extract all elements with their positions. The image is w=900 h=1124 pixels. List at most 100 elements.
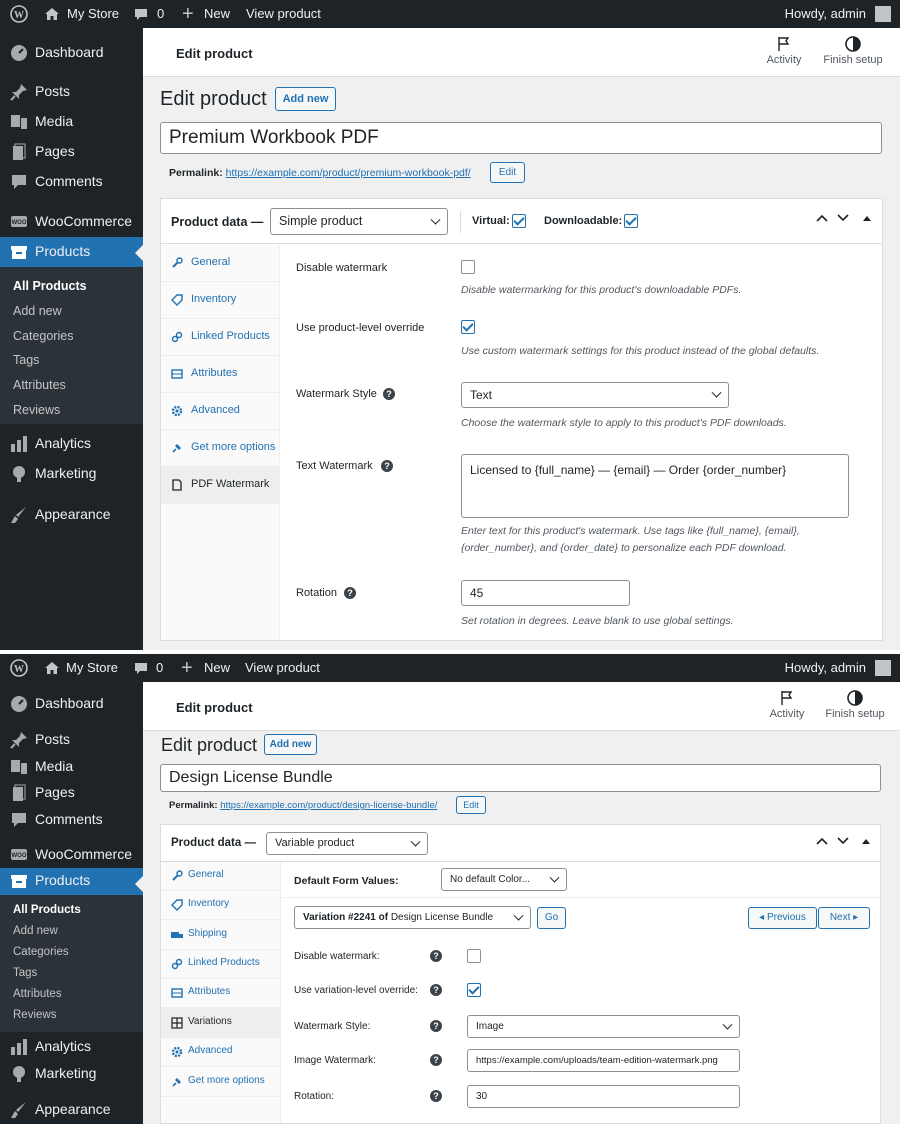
submenu-categories[interactable]: Categories xyxy=(13,329,73,343)
help-icon[interactable]: ? xyxy=(430,984,442,996)
finish-setup-button[interactable]: Finish setup xyxy=(825,690,885,720)
help-icon[interactable]: ? xyxy=(430,1054,442,1066)
override-checkbox[interactable] xyxy=(467,983,481,997)
menu-appearance[interactable]: Appearance xyxy=(0,500,143,530)
menu-dashboard[interactable]: Dashboard xyxy=(0,689,143,719)
submenu-all-products[interactable]: All Products xyxy=(13,279,87,293)
wordpress-logo-icon[interactable]: W xyxy=(10,0,28,28)
watermark-style-select[interactable]: Text xyxy=(461,382,729,408)
disable-watermark-checkbox[interactable] xyxy=(467,949,481,963)
add-new-button[interactable]: Add new xyxy=(264,734,317,755)
plus-icon[interactable]: + xyxy=(181,654,193,682)
toggle-panel-icon[interactable] xyxy=(862,837,870,849)
finish-setup-button[interactable]: Finish setup xyxy=(823,36,883,66)
tab-advanced[interactable]: Advanced xyxy=(161,1038,280,1067)
help-icon[interactable]: ? xyxy=(344,587,356,599)
submenu-add-new[interactable]: Add new xyxy=(13,304,62,318)
permalink-url[interactable]: https://example.com/product/premium-work… xyxy=(226,167,471,179)
avatar[interactable] xyxy=(875,0,891,28)
submenu-tags[interactable]: Tags xyxy=(13,967,37,979)
activity-button[interactable]: Activity xyxy=(767,690,807,720)
tab-attributes[interactable]: Attributes xyxy=(161,356,279,393)
product-type-select[interactable]: Simple product xyxy=(270,208,448,235)
submenu-reviews[interactable]: Reviews xyxy=(13,1009,56,1021)
previous-button[interactable]: ◂ Previous xyxy=(748,907,817,929)
submenu-tags[interactable]: Tags xyxy=(13,353,39,367)
menu-marketing[interactable]: Marketing xyxy=(0,1059,143,1089)
next-button[interactable]: Next ▸ xyxy=(818,907,870,929)
new-menu-link[interactable]: New xyxy=(204,654,230,682)
submenu-attributes[interactable]: Attributes xyxy=(13,988,62,1000)
help-icon[interactable]: ? xyxy=(430,1020,442,1032)
menu-dashboard[interactable]: Dashboard xyxy=(0,38,143,68)
help-icon[interactable]: ? xyxy=(381,460,393,472)
product-title-input[interactable]: Design License Bundle xyxy=(160,764,881,792)
tab-general[interactable]: General xyxy=(161,245,279,282)
tab-get-more-options[interactable]: Get more options xyxy=(161,1067,280,1097)
tab-general[interactable]: General xyxy=(161,862,280,891)
comments-count[interactable]: 0 xyxy=(157,0,164,28)
comments-count[interactable]: 0 xyxy=(156,654,163,682)
menu-marketing[interactable]: Marketing xyxy=(0,459,143,489)
add-new-button[interactable]: Add new xyxy=(275,87,336,111)
menu-products[interactable]: Products xyxy=(0,868,143,895)
menu-pages[interactable]: Pages xyxy=(0,137,143,167)
avatar[interactable] xyxy=(875,654,891,682)
permalink-url[interactable]: https://example.com/product/design-licen… xyxy=(220,800,437,811)
permalink-edit-button[interactable]: Edit xyxy=(490,162,525,183)
submenu-attributes[interactable]: Attributes xyxy=(13,378,66,392)
default-color-select[interactable]: No default Color... xyxy=(441,868,567,891)
wordpress-logo-icon[interactable]: W xyxy=(10,654,28,682)
tab-attributes[interactable]: Attributes xyxy=(161,979,280,1008)
tab-shipping[interactable]: Shipping xyxy=(161,920,280,950)
site-name-link[interactable]: My Store xyxy=(67,0,119,28)
tab-linked-products[interactable]: Linked Products xyxy=(161,319,279,356)
menu-pages[interactable]: Pages xyxy=(0,778,143,808)
tab-pdf-watermark[interactable]: PDF Watermark xyxy=(161,467,279,504)
go-button[interactable]: Go xyxy=(537,907,566,929)
home-icon[interactable] xyxy=(44,0,60,28)
view-product-link[interactable]: View product xyxy=(245,654,320,682)
tab-get-more-options[interactable]: Get more options xyxy=(161,430,279,467)
menu-analytics[interactable]: Analytics xyxy=(0,429,143,459)
variation-select[interactable]: Variation #2241 of Design License Bundle xyxy=(294,906,531,929)
menu-analytics[interactable]: Analytics xyxy=(0,1032,143,1062)
override-checkbox[interactable] xyxy=(461,320,475,334)
activity-button[interactable]: Activity xyxy=(764,36,804,66)
product-type-select[interactable]: Variable product xyxy=(266,832,428,855)
rotation-input[interactable]: 45 xyxy=(461,580,630,606)
help-icon[interactable]: ? xyxy=(430,1090,442,1102)
howdy-link[interactable]: Howdy, admin xyxy=(785,654,866,682)
menu-woocommerce[interactable]: WOO WooCommerce xyxy=(0,207,143,237)
submenu-categories[interactable]: Categories xyxy=(13,946,69,958)
text-watermark-textarea[interactable]: Licensed to {full_name} — {email} — Orde… xyxy=(461,454,849,518)
menu-comments[interactable]: Comments xyxy=(0,805,143,835)
help-icon[interactable]: ? xyxy=(430,950,442,962)
submenu-add-new[interactable]: Add new xyxy=(13,925,58,937)
submenu-all-products[interactable]: All Products xyxy=(13,904,81,916)
downloadable-checkbox[interactable] xyxy=(624,214,638,228)
tab-linked-products[interactable]: Linked Products xyxy=(161,950,280,979)
tab-variations[interactable]: Variations xyxy=(161,1008,280,1038)
help-icon[interactable]: ? xyxy=(383,388,395,400)
menu-woocommerce[interactable]: WOO WooCommerce xyxy=(0,840,143,870)
comment-bubble-icon[interactable] xyxy=(134,654,148,682)
move-up-icon[interactable] xyxy=(816,213,828,226)
tab-inventory[interactable]: Inventory xyxy=(161,891,280,920)
image-watermark-input[interactable]: https://example.com/uploads/team-edition… xyxy=(467,1049,740,1072)
tab-inventory[interactable]: Inventory xyxy=(161,282,279,319)
howdy-link[interactable]: Howdy, admin xyxy=(785,0,866,28)
new-menu-link[interactable]: New xyxy=(204,0,230,28)
disable-watermark-checkbox[interactable] xyxy=(461,260,475,274)
move-down-icon[interactable] xyxy=(837,836,849,849)
permalink-edit-button[interactable]: Edit xyxy=(456,796,486,814)
home-icon[interactable] xyxy=(44,654,60,682)
tab-advanced[interactable]: Advanced xyxy=(161,393,279,430)
rotation-input[interactable]: 30 xyxy=(467,1085,740,1108)
view-product-link[interactable]: View product xyxy=(246,0,321,28)
site-name-link[interactable]: My Store xyxy=(66,654,118,682)
comment-bubble-icon[interactable] xyxy=(134,0,148,28)
menu-media[interactable]: Media xyxy=(0,107,143,137)
menu-comments[interactable]: Comments xyxy=(0,167,143,197)
move-down-icon[interactable] xyxy=(837,213,849,226)
